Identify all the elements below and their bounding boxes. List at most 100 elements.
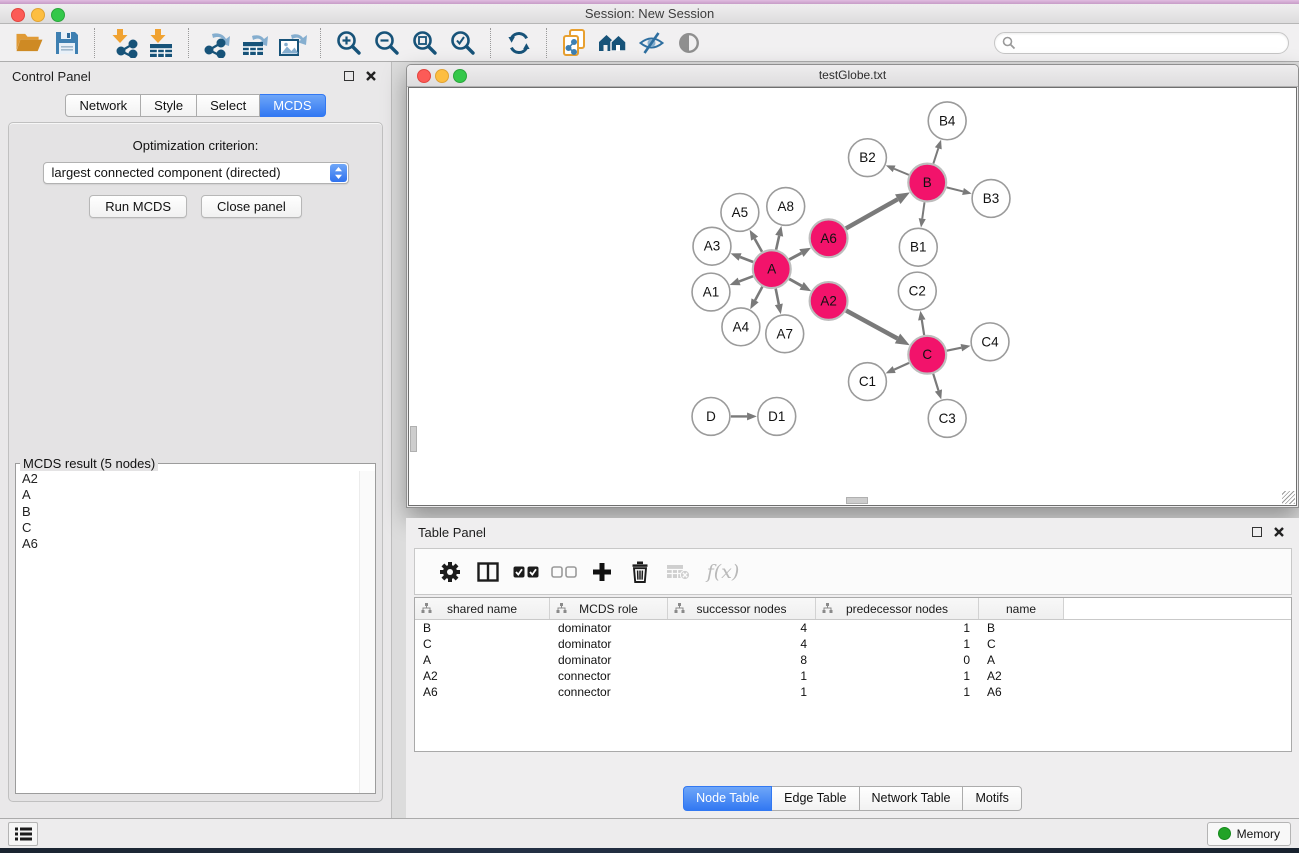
table-cell[interactable]: dominator	[550, 620, 668, 636]
table-cell[interactable]: 4	[668, 636, 816, 652]
table-cell[interactable]: 1	[816, 636, 979, 652]
show-columns-button[interactable]	[469, 554, 507, 590]
table-cell[interactable]: 1	[816, 668, 979, 684]
mcds-result-list[interactable]: A2ABCA6	[16, 471, 360, 793]
table-row[interactable]: A2connector11A2	[415, 668, 1291, 684]
table-cell[interactable]: 1	[668, 668, 816, 684]
zoom-out-button[interactable]	[368, 26, 406, 60]
graph-edge[interactable]	[933, 374, 938, 391]
table-row[interactable]: Bdominator41B	[415, 620, 1291, 636]
zoom-in-button[interactable]	[330, 26, 368, 60]
table-cell[interactable]: 0	[816, 652, 979, 668]
table-cell[interactable]: 1	[668, 684, 816, 700]
graph-edge[interactable]	[776, 236, 779, 250]
tab-edge-table[interactable]: Edge Table	[772, 786, 859, 811]
graph-edge[interactable]	[922, 320, 924, 335]
column-header[interactable]: shared name	[415, 598, 550, 619]
apply-layout-button[interactable]	[500, 26, 538, 60]
new-network-from-selection-button[interactable]	[556, 26, 594, 60]
select-all-button[interactable]	[507, 554, 545, 590]
graph-edge[interactable]	[789, 253, 801, 260]
table-settings-button[interactable]	[431, 554, 469, 590]
vertical-scroll-thumb[interactable]	[410, 426, 417, 452]
graph-edge[interactable]	[947, 348, 962, 351]
graph-edge[interactable]	[922, 202, 924, 218]
mcds-result-item[interactable]: A2	[16, 471, 360, 487]
table-cell[interactable]: 1	[816, 684, 979, 700]
zoom-selected-button[interactable]	[444, 26, 482, 60]
mcds-result-item[interactable]: B	[16, 504, 360, 520]
graph-edge[interactable]	[933, 148, 938, 163]
table-cell[interactable]: connector	[550, 684, 668, 700]
table-cell[interactable]: B	[415, 620, 550, 636]
table-row[interactable]: A6connector11A6	[415, 684, 1291, 700]
table-cell[interactable]: B	[979, 620, 1064, 636]
function-builder-button[interactable]: f(x)	[697, 554, 749, 590]
graph-edge[interactable]	[894, 363, 909, 370]
delete-table-button[interactable]	[659, 554, 697, 590]
float-table-panel-button[interactable]	[1249, 524, 1265, 540]
zoom-fit-button[interactable]	[406, 26, 444, 60]
table-cell[interactable]: 1	[816, 620, 979, 636]
tab-select[interactable]: Select	[197, 94, 260, 117]
table-cell[interactable]: C	[415, 636, 550, 652]
import-network-button[interactable]	[104, 26, 142, 60]
graph-edge[interactable]	[755, 287, 762, 301]
graph-edge[interactable]	[846, 199, 898, 228]
column-header[interactable]: successor nodes	[668, 598, 816, 619]
tab-network[interactable]: Network	[65, 94, 141, 117]
table-row[interactable]: Adominator80A	[415, 652, 1291, 668]
graph-edge[interactable]	[739, 276, 753, 281]
task-history-button[interactable]	[8, 822, 38, 846]
table-cell[interactable]: A	[979, 652, 1064, 668]
mcds-result-item[interactable]: A	[16, 487, 360, 503]
table-cell[interactable]: 4	[668, 620, 816, 636]
graph-edge[interactable]	[740, 257, 753, 262]
table-cell[interactable]: C	[979, 636, 1064, 652]
graph-edge[interactable]	[894, 169, 909, 175]
graph-edge[interactable]	[755, 239, 762, 252]
close-panel-action-button[interactable]: Close panel	[201, 195, 302, 218]
graph-edge[interactable]	[947, 187, 963, 191]
graph-edge[interactable]	[776, 289, 779, 305]
table-cell[interactable]: A2	[979, 668, 1064, 684]
result-scrollbar[interactable]	[359, 471, 375, 793]
column-header[interactable]: MCDS role	[550, 598, 668, 619]
table-cell[interactable]: A6	[415, 684, 550, 700]
show-all-hidden-button[interactable]	[670, 26, 708, 60]
close-table-panel-button[interactable]	[1271, 524, 1287, 540]
first-neighbors-button[interactable]	[594, 26, 632, 60]
column-header[interactable]: name	[979, 598, 1064, 619]
tab-motifs[interactable]: Motifs	[963, 786, 1021, 811]
table-cell[interactable]: connector	[550, 668, 668, 684]
table-cell[interactable]: 8	[668, 652, 816, 668]
resize-grip[interactable]	[1282, 491, 1295, 504]
search-input[interactable]	[994, 32, 1289, 54]
graph-edge[interactable]	[846, 311, 897, 339]
network-canvas[interactable]: B4B2BB3A5A8A6A3B1AA1C2A2A4A7C4CC1C3DD1	[408, 87, 1297, 506]
run-mcds-button[interactable]: Run MCDS	[89, 195, 187, 218]
close-panel-button[interactable]	[363, 68, 379, 84]
mcds-result-item[interactable]: A6	[16, 536, 360, 552]
table-cell[interactable]: dominator	[550, 652, 668, 668]
export-table-button[interactable]	[236, 26, 274, 60]
import-table-button[interactable]	[142, 26, 180, 60]
float-panel-button[interactable]	[341, 68, 357, 84]
tab-node-table[interactable]: Node Table	[683, 786, 772, 811]
table-cell[interactable]: A	[415, 652, 550, 668]
column-header[interactable]: predecessor nodes	[816, 598, 979, 619]
table-cell[interactable]: A2	[415, 668, 550, 684]
criterion-select[interactable]: largest connected component (directed)	[43, 162, 349, 184]
mcds-result-item[interactable]: C	[16, 520, 360, 536]
table-row[interactable]: Cdominator41C	[415, 636, 1291, 652]
table-cell[interactable]: A6	[979, 684, 1064, 700]
delete-columns-button[interactable]	[621, 554, 659, 590]
open-session-button[interactable]	[10, 26, 48, 60]
table-cell[interactable]: dominator	[550, 636, 668, 652]
horizontal-scroll-thumb[interactable]	[846, 497, 868, 504]
hide-selected-button[interactable]	[632, 26, 670, 60]
export-image-button[interactable]	[274, 26, 312, 60]
export-network-button[interactable]	[198, 26, 236, 60]
tab-mcds[interactable]: MCDS	[260, 94, 325, 117]
tab-network-table[interactable]: Network Table	[860, 786, 964, 811]
